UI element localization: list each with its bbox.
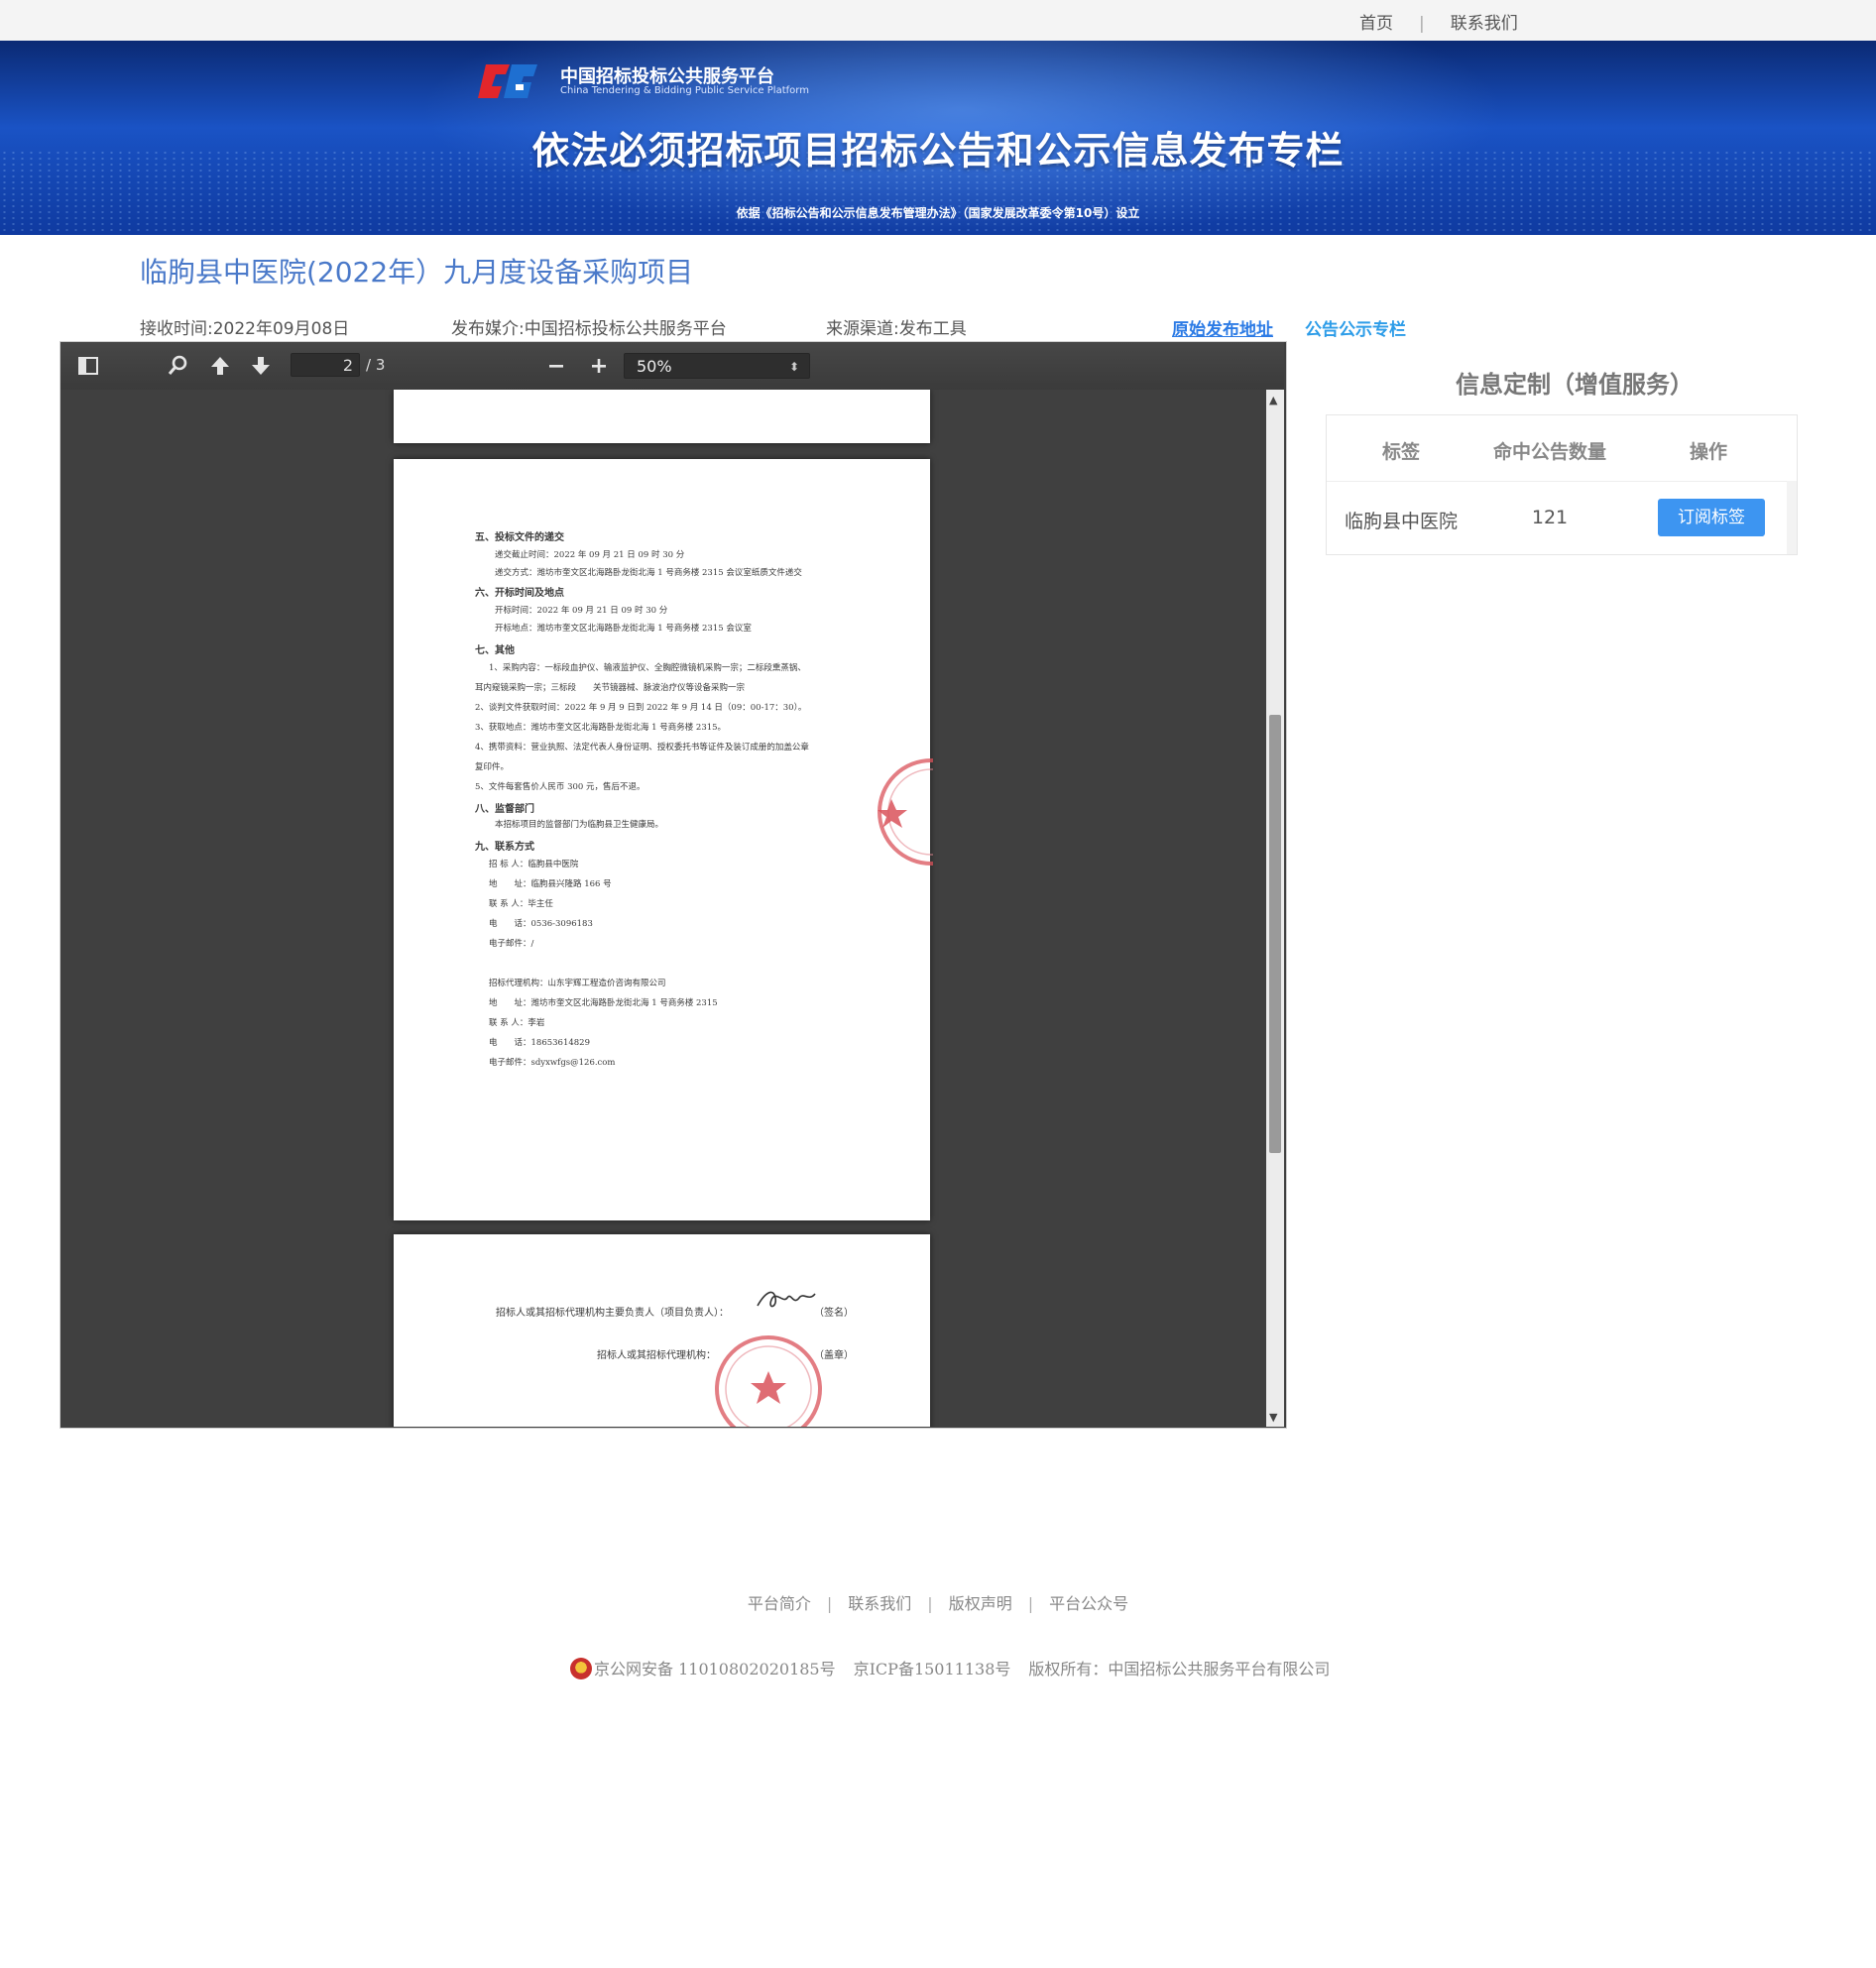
pdf-canvas-area[interactable]: 五、投标文件的递交递交截止时间：2022 年 09 月 21 日 09 时 30… bbox=[60, 390, 1266, 1427]
subscription-table: 标签 命中公告数量 操作 临朐县中医院 121 订阅标签 bbox=[1326, 414, 1798, 555]
header-tag: 标签 bbox=[1381, 441, 1420, 463]
pdf-scrollbar[interactable]: ▲ ▼ bbox=[1266, 390, 1284, 1427]
pdf-text-line: 本招标项目的监督部门为临朐县卫生健康局。 bbox=[495, 820, 664, 830]
police-badge-icon bbox=[570, 1658, 592, 1679]
pdf-text-line: 3、获取地点：潍坊市奎文区北海路卧龙街北海 1 号商务楼 2315。 bbox=[475, 723, 727, 733]
footer-wechat-link[interactable]: 平台公众号 bbox=[1049, 1594, 1128, 1613]
pdf-text-line: 电子邮件：sdyxwfgs@126.com bbox=[489, 1058, 616, 1068]
pdf-text-line: 招标人或其招标代理机构主要负责人（项目负责人）： bbox=[496, 1308, 729, 1319]
row-count: 121 bbox=[1531, 507, 1569, 528]
subscribe-tag-button[interactable]: 订阅标签 bbox=[1658, 499, 1765, 536]
search-icon[interactable] bbox=[166, 354, 189, 378]
copyright-text: 版权所有：中国招标公共服务平台有限公司 bbox=[1028, 1660, 1331, 1679]
pdf-section-heading: 九、联系方式 bbox=[475, 842, 534, 853]
banner-basis: 依据《招标公告和公示信息发布管理办法》（国家发展改革委令第10号）设立 bbox=[736, 206, 1140, 220]
page-number-input[interactable]: 2 bbox=[291, 353, 360, 377]
received-time: 接收时间:2022年09月08日 bbox=[140, 319, 350, 339]
top-nav: 首页 | 联系我们 bbox=[1359, 9, 1518, 34]
subscription-table-header: 标签 命中公告数量 操作 bbox=[1327, 415, 1797, 482]
top-bar: 首页 | 联系我们 bbox=[0, 0, 1876, 42]
banner: 中国招标投标公共服务平台 China Tendering & Bidding P… bbox=[0, 41, 1876, 235]
footer-legal: 京公网安备 11010802020185号 京ICP备15011138号 版权所有：… bbox=[570, 1656, 1348, 1679]
scrollbar-thumb[interactable] bbox=[1269, 715, 1281, 1153]
scroll-up-arrow-icon[interactable]: ▲ bbox=[1269, 394, 1277, 406]
police-record[interactable]: 京公网安备 11010802020185号 bbox=[594, 1660, 836, 1679]
notice-column-link[interactable]: 公告公示专栏 bbox=[1305, 315, 1406, 340]
pdf-text-line: 开标地点：潍坊市奎文区北海路卧龙街北海 1 号商务楼 2315 会议室 bbox=[495, 624, 752, 634]
pdf-text-line: （盖章） bbox=[814, 1350, 854, 1361]
brand-name-en: China Tendering & Bidding Public Service… bbox=[560, 85, 809, 96]
sidebar-toggle-icon[interactable] bbox=[76, 354, 100, 378]
original-address-link[interactable]: 原始发布地址 bbox=[1172, 315, 1273, 340]
footer-separator: | bbox=[927, 1594, 933, 1613]
handwritten-signature-icon bbox=[757, 1291, 816, 1308]
source-channel: 来源渠道:发布工具 bbox=[826, 319, 967, 339]
pdf-text-line: 递交方式：潍坊市奎文区北海路卧龙街北海 1 号商务楼 2315 会议室纸质文件递… bbox=[495, 568, 802, 578]
pdf-text-line: 电子邮件：/ bbox=[489, 939, 534, 949]
header-action: 操作 bbox=[1689, 441, 1727, 463]
zoom-in-icon[interactable] bbox=[587, 354, 611, 378]
scroll-down-arrow-icon[interactable]: ▼ bbox=[1269, 1411, 1277, 1424]
pdf-text-line: 地 址：临朐县兴隆路 166 号 bbox=[489, 879, 612, 889]
pdf-section-heading: 六、开标时间及地点 bbox=[475, 588, 564, 599]
pdf-text-line: 联 系 人：李岩 bbox=[489, 1018, 545, 1028]
contact-link[interactable]: 联系我们 bbox=[1451, 9, 1518, 34]
zoom-select[interactable]: 50% ⬍ bbox=[624, 353, 810, 379]
official-seal-icon bbox=[715, 1335, 822, 1427]
zoom-value: 50% bbox=[637, 357, 672, 376]
table-scroll-edge bbox=[1787, 481, 1797, 554]
footer-separator: | bbox=[1027, 1594, 1034, 1613]
pdf-page-3: 招标人或其招标代理机构主要负责人（项目负责人）： （签名） 招标人或其招标代理机构：… bbox=[394, 1234, 930, 1427]
pdf-text-line: 耳内窥镜采购一宗；三标段 关节镜器械、脉波治疗仪等设备采购一宗 bbox=[475, 683, 746, 693]
select-arrows-icon: ⬍ bbox=[788, 360, 799, 374]
platform-logo-icon[interactable] bbox=[476, 58, 545, 104]
footer-separator: | bbox=[826, 1594, 833, 1613]
page-total: / 3 bbox=[366, 356, 386, 374]
pdf-page-2: 五、投标文件的递交递交截止时间：2022 年 09 月 21 日 09 时 30… bbox=[394, 459, 933, 1220]
pdf-text-line: 招标人或其招标代理机构： bbox=[597, 1350, 716, 1361]
pdf-section-heading: 七、其他 bbox=[475, 645, 515, 656]
pdf-text-line: 2、谈判文件获取时间：2022 年 9 月 9 日到 2022 年 9 月 14… bbox=[475, 703, 807, 713]
pdf-section-heading: 五、投标文件的递交 bbox=[475, 532, 564, 543]
pdf-text-line: 电 话：18653614829 bbox=[489, 1038, 590, 1048]
footer-copyright-link[interactable]: 版权声明 bbox=[949, 1594, 1012, 1613]
pdf-toolbar: 2 / 3 50% ⬍ bbox=[60, 342, 1284, 391]
publish-media: 发布媒介:中国招标投标公共服务平台 bbox=[451, 319, 727, 339]
footer-contact-link[interactable]: 联系我们 bbox=[848, 1594, 911, 1613]
banner-headline: 依法必须招标项目招标公告和公示信息发布专栏 bbox=[531, 129, 1345, 173]
pdf-text-line: 联 系 人：毕主任 bbox=[489, 899, 553, 909]
previous-page-icon[interactable] bbox=[208, 354, 232, 378]
pdf-text-line: 电 话：0536-3096183 bbox=[489, 919, 593, 929]
footer-about-link[interactable]: 平台简介 bbox=[748, 1594, 811, 1613]
pdf-text-line: 4、携带资料：营业执照、法定代表人身份证明、授权委托书等证件及装订成册的加盖公章 bbox=[475, 743, 809, 752]
page-title: 临朐县中医院(2022年）九月度设备采购项目 bbox=[140, 256, 694, 289]
subscription-title: 信息定制（增值服务） bbox=[1456, 371, 1694, 399]
pdf-text-line: 复印件。 bbox=[475, 762, 510, 772]
next-page-icon[interactable] bbox=[249, 354, 273, 378]
pdf-text-line: 招标代理机构：山东宇辉工程造价咨询有限公司 bbox=[489, 979, 666, 988]
zoom-out-icon[interactable] bbox=[544, 354, 568, 378]
pdf-text-line: （签名） bbox=[814, 1308, 854, 1319]
pdf-text-line: 开标时间：2022 年 09 月 21 日 09 时 30 分 bbox=[495, 606, 668, 616]
pdf-page-1 bbox=[394, 390, 930, 443]
company-seal-partial-icon bbox=[878, 758, 933, 866]
footer-links: 平台简介 | 联系我们 | 版权声明 | 平台公众号 bbox=[0, 1590, 1876, 1614]
pdf-text-line: 招 标 人：临朐县中医院 bbox=[489, 860, 579, 869]
icp-record[interactable]: 京ICP备15011138号 bbox=[854, 1660, 1011, 1679]
pdf-section-heading: 八、监督部门 bbox=[475, 804, 534, 815]
pdf-text-line: 1、采购内容：一标段血护仪、输液监护仪、全胸腔微镜机采购一宗；二标段熏蒸锅、 bbox=[489, 663, 806, 673]
home-link[interactable]: 首页 bbox=[1359, 9, 1393, 34]
pdf-text-line: 地 址：潍坊市奎文区北海路卧龙街北海 1 号商务楼 2315 bbox=[489, 998, 718, 1008]
pdf-text-line: 递交截止时间：2022 年 09 月 21 日 09 时 30 分 bbox=[495, 550, 685, 560]
header-count: 命中公告数量 bbox=[1492, 441, 1606, 463]
nav-separator: | bbox=[1419, 14, 1425, 34]
pdf-viewer: 2 / 3 50% ⬍ 五、投标文件的递交递交截止时间：2022 年 09 月 … bbox=[59, 341, 1287, 1429]
pdf-text-line: 5、文件每套售价人民币 300 元，售后不退。 bbox=[475, 782, 645, 792]
row-tag: 临朐县中医院 bbox=[1344, 511, 1458, 532]
